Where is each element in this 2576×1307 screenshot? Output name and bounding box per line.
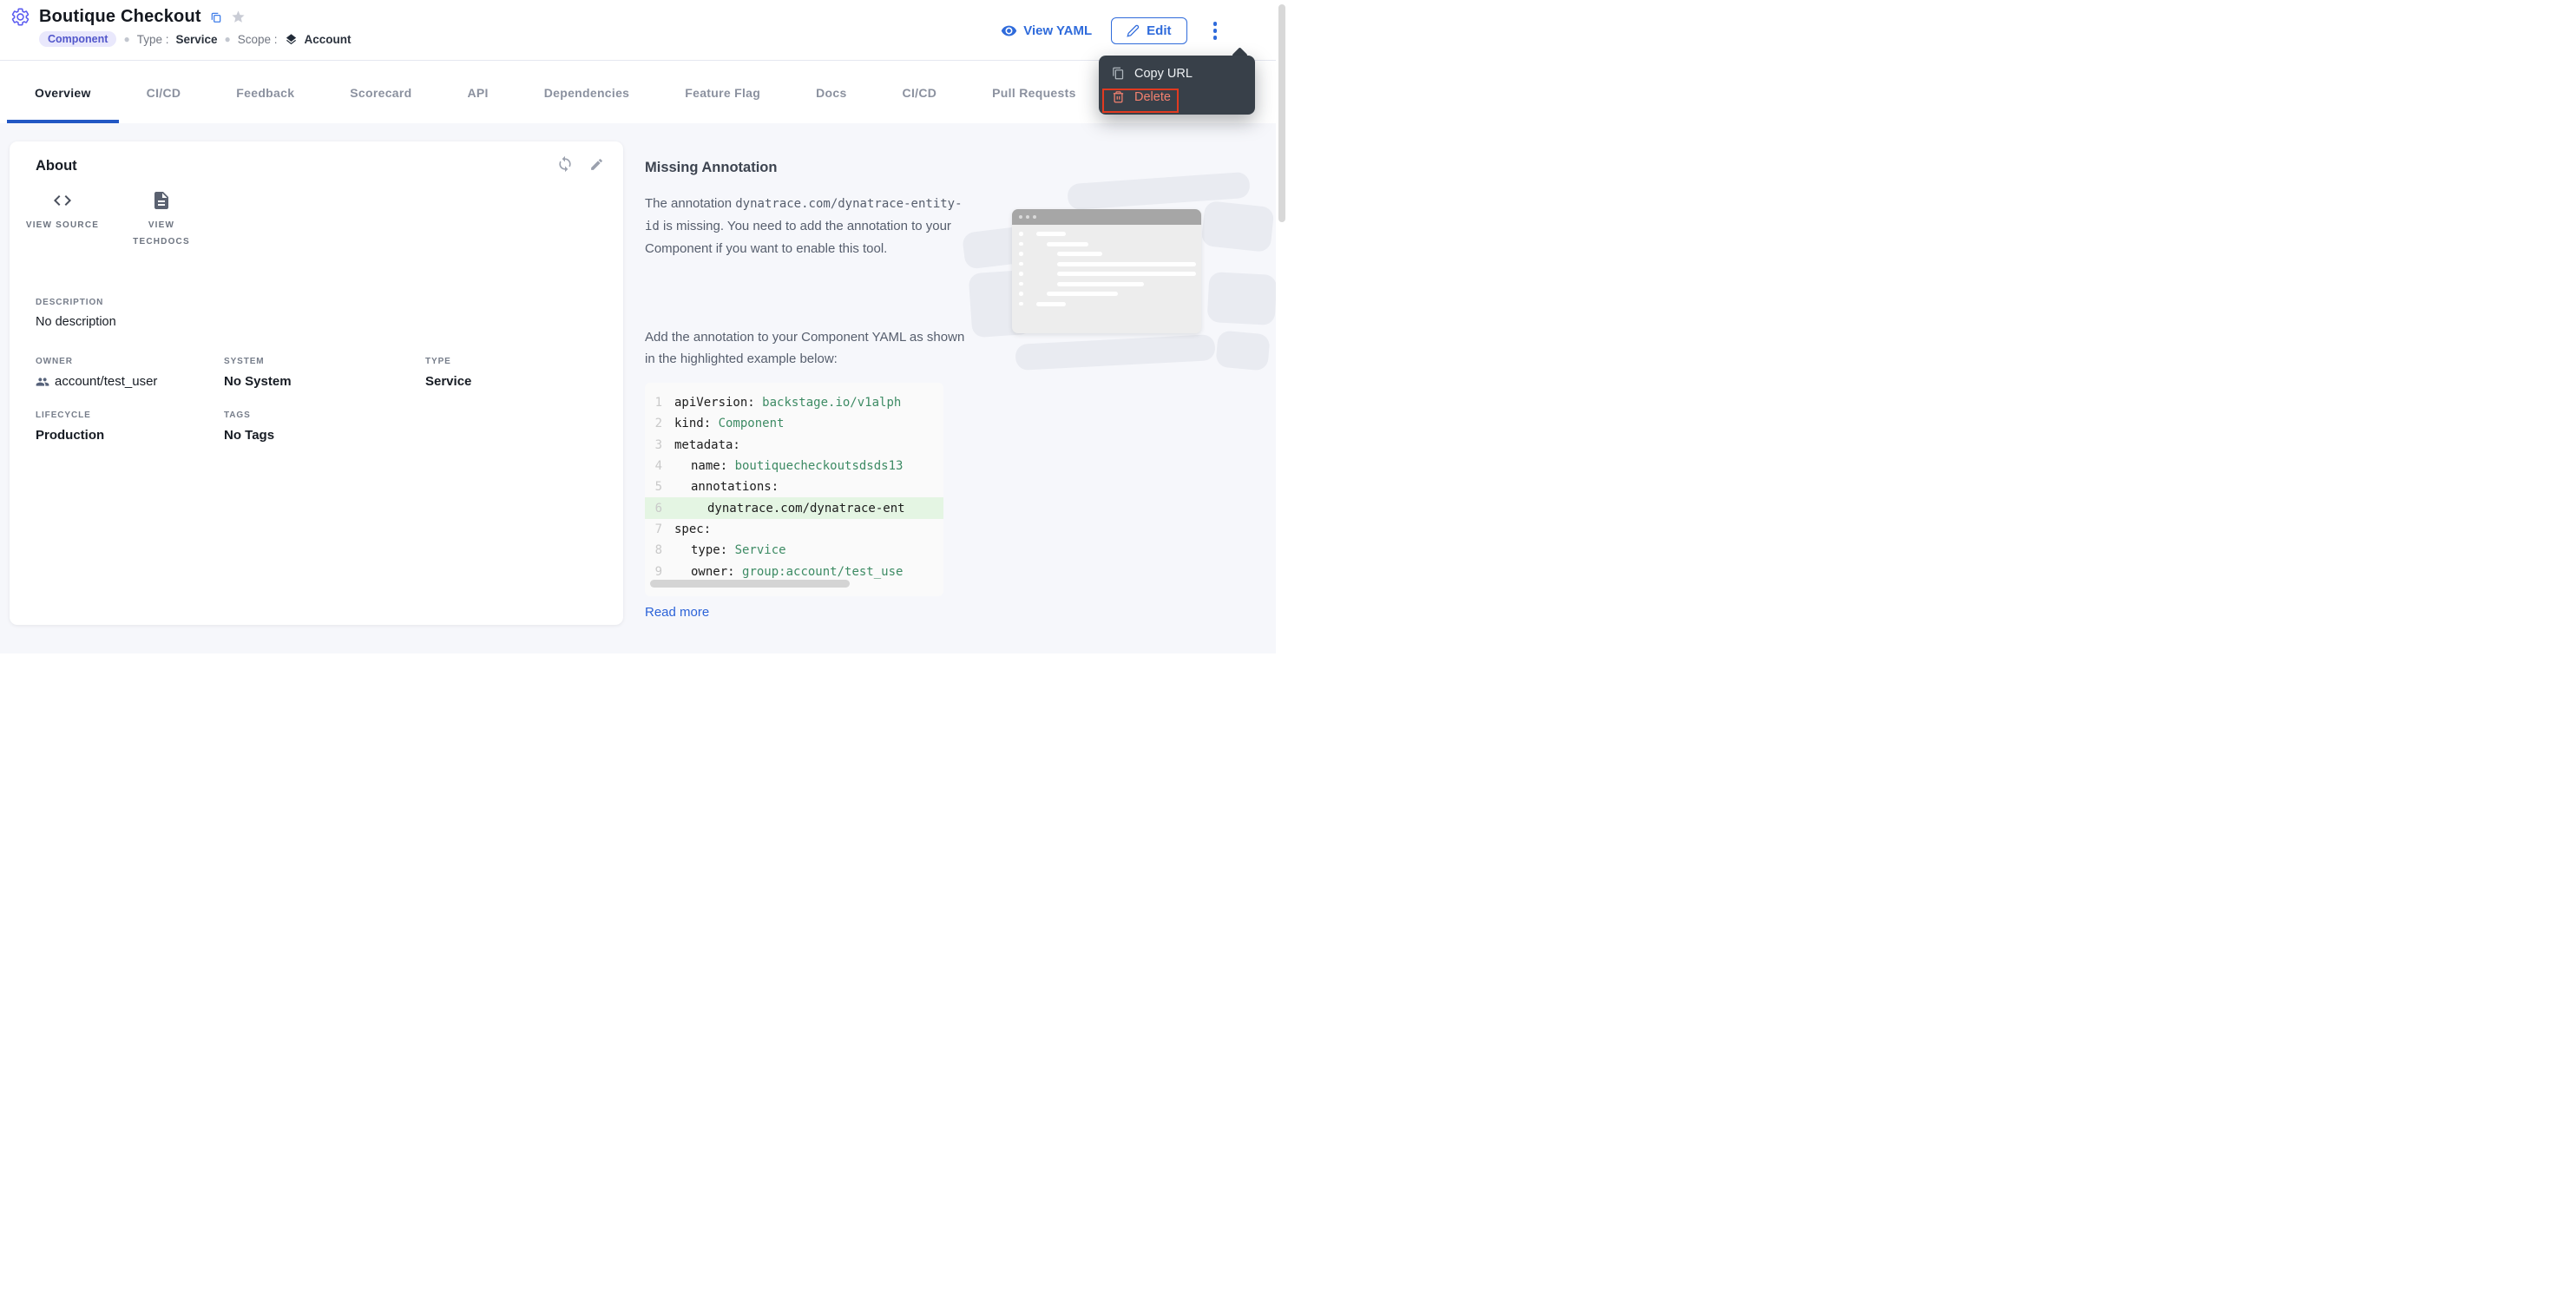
owner-label: OWNER bbox=[36, 357, 157, 366]
view-source-label: VIEW SOURCE bbox=[26, 217, 99, 233]
mini-window-titlebar bbox=[1012, 209, 1201, 225]
tab-feedback[interactable]: Feedback bbox=[208, 62, 322, 123]
more-options-kebab-icon[interactable] bbox=[1206, 16, 1225, 45]
system-value: No System bbox=[224, 374, 292, 389]
edit-button[interactable]: Edit bbox=[1111, 17, 1186, 44]
system-label: SYSTEM bbox=[224, 357, 292, 366]
tab-docs[interactable]: Docs bbox=[788, 62, 874, 123]
refresh-icon[interactable] bbox=[556, 155, 574, 173]
view-techdocs-link[interactable]: VIEW TECHDOCS bbox=[124, 190, 199, 250]
tab-ci-cd[interactable]: CI/CD bbox=[875, 62, 965, 123]
scope-label: Scope : bbox=[238, 33, 278, 46]
view-yaml-button[interactable]: View YAML bbox=[1001, 23, 1092, 39]
description-label: DESCRIPTION bbox=[36, 298, 116, 307]
code-line-7: 7spec: bbox=[645, 519, 943, 540]
more-options-menu: Copy URLDelete bbox=[1099, 56, 1255, 115]
view-techdocs-label: VIEW TECHDOCS bbox=[124, 217, 199, 250]
edit-label: Edit bbox=[1147, 23, 1171, 38]
empty-state-illustration bbox=[963, 169, 1285, 382]
edit-about-pencil-icon[interactable] bbox=[589, 155, 604, 173]
tab-overview[interactable]: Overview bbox=[7, 62, 119, 123]
pencil-icon bbox=[1127, 24, 1140, 37]
tab-dependencies[interactable]: Dependencies bbox=[516, 62, 658, 123]
tab-scorecard[interactable]: Scorecard bbox=[322, 62, 439, 123]
mini-browser-window bbox=[1012, 209, 1201, 333]
tab-feature-flag[interactable]: Feature Flag bbox=[657, 62, 788, 123]
about-card: About VIEW SOURCE VIEW TECHDOCS bbox=[10, 141, 623, 625]
kind-chip[interactable]: Component bbox=[39, 31, 116, 47]
group-icon bbox=[36, 375, 49, 389]
yaml-instruction-paragraph: Add the annotation to your Component YAM… bbox=[645, 326, 968, 370]
page-header: Boutique Checkout Component ● Type : Ser… bbox=[0, 0, 1276, 61]
copy-icon bbox=[1112, 67, 1125, 80]
code-line-1: 1apiVersion: backstage.io/v1alph bbox=[645, 392, 943, 413]
tags-label: TAGS bbox=[224, 410, 274, 420]
entity-tabs: OverviewCI/CDFeedbackScorecardAPIDepende… bbox=[0, 62, 1276, 123]
code-icon bbox=[52, 190, 73, 211]
read-more-link[interactable]: Read more bbox=[645, 605, 709, 620]
code-line-3: 3metadata: bbox=[645, 435, 943, 456]
code-line-6: 6dynatrace.com/dynatrace-ent bbox=[645, 497, 943, 518]
missing-annotation-title: Missing Annotation bbox=[645, 160, 777, 176]
code-line-4: 4name: boutiquecheckoutsdsds13 bbox=[645, 456, 943, 476]
lifecycle-label: LIFECYCLE bbox=[36, 410, 104, 420]
owner-value-link[interactable]: account/test_user bbox=[36, 374, 157, 389]
code-line-5: 5annotations: bbox=[645, 476, 943, 497]
yaml-code-block: 1apiVersion: backstage.io/v1alph2kind: C… bbox=[645, 383, 943, 596]
dot-separator: ● bbox=[225, 33, 231, 45]
type-field-value: Service bbox=[425, 374, 471, 389]
missing-annotation-paragraph: The annotation dynatrace.com/dynatrace-e… bbox=[645, 193, 968, 259]
type-label: Type : bbox=[137, 33, 169, 46]
type-value: Service bbox=[175, 33, 217, 46]
code-horizontal-scrollbar[interactable] bbox=[650, 580, 850, 588]
eye-icon bbox=[1001, 23, 1017, 39]
star-icon[interactable] bbox=[231, 10, 246, 24]
tab-pull-requests[interactable]: Pull Requests bbox=[964, 62, 1103, 123]
type-field-label: TYPE bbox=[425, 357, 471, 366]
tab-api[interactable]: API bbox=[439, 62, 516, 123]
code-line-8: 8type: Service bbox=[645, 540, 943, 561]
menu-item-delete[interactable]: Delete bbox=[1099, 85, 1255, 108]
page-scrollbar-thumb[interactable] bbox=[1278, 4, 1285, 222]
lifecycle-value: Production bbox=[36, 428, 104, 443]
scope-value: Account bbox=[305, 33, 352, 46]
menu-item-copy-url[interactable]: Copy URL bbox=[1099, 62, 1255, 85]
docs-icon bbox=[151, 190, 172, 211]
page-title: Boutique Checkout bbox=[39, 7, 201, 27]
description-value: No description bbox=[36, 315, 116, 329]
about-card-title: About bbox=[36, 158, 77, 174]
layers-icon bbox=[285, 33, 298, 46]
gear-icon bbox=[10, 7, 30, 27]
copy-title-icon[interactable] bbox=[210, 11, 222, 23]
code-line-2: 2kind: Component bbox=[645, 413, 943, 434]
tab-ci-cd[interactable]: CI/CD bbox=[119, 62, 209, 123]
dot-separator: ● bbox=[123, 33, 129, 45]
tags-value: No Tags bbox=[224, 428, 274, 443]
page-scrollbar-track[interactable] bbox=[1276, 0, 1288, 654]
trash-icon bbox=[1112, 90, 1125, 103]
view-source-link[interactable]: VIEW SOURCE bbox=[25, 190, 100, 250]
view-yaml-label: View YAML bbox=[1023, 23, 1092, 38]
